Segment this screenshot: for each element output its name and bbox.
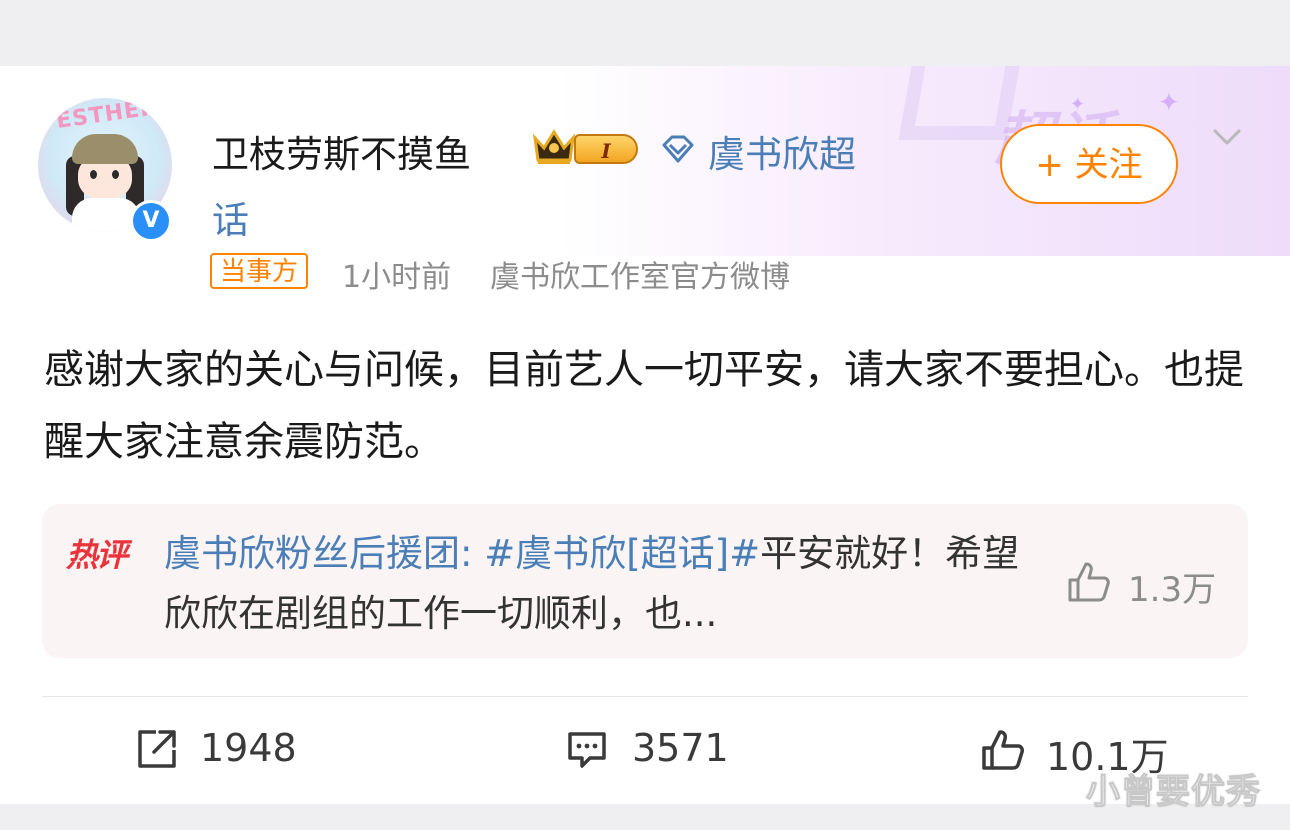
repost-count: 1948 bbox=[200, 726, 297, 770]
hot-comment-text: 虞书欣粉丝后援团: #虞书欣[超话]#平安就好！希望欣欣在剧组的工作一切顺利，也… bbox=[164, 524, 1024, 644]
username[interactable]: 卫枝劳斯不摸鱼 bbox=[212, 124, 471, 178]
hot-comment-author[interactable]: 虞书欣粉丝后援团 bbox=[164, 532, 460, 575]
sparkle-icon: ✦ bbox=[1070, 94, 1086, 115]
divider bbox=[42, 696, 1248, 697]
follow-button[interactable]: + 关注 bbox=[1000, 124, 1178, 204]
diamond-icon bbox=[662, 135, 694, 163]
repost-icon bbox=[138, 730, 176, 768]
thumbs-up-icon[interactable] bbox=[1066, 560, 1112, 604]
party-tag: 当事方 bbox=[210, 253, 309, 289]
avatar-hat bbox=[72, 134, 138, 164]
avatar-eye bbox=[90, 170, 97, 179]
post-source: 虞书欣工作室官方微博 bbox=[490, 260, 790, 295]
crown-icon bbox=[532, 129, 576, 164]
thumbs-up-icon bbox=[982, 730, 1024, 770]
hot-comment-hashtag[interactable]: #虞书欣[超话]# bbox=[484, 532, 760, 575]
hot-comment-label: 热评 bbox=[66, 536, 128, 574]
comment-count: 3571 bbox=[632, 726, 729, 770]
supertopic-link[interactable]: 话 bbox=[212, 190, 249, 244]
hot-comment[interactable]: 热评 虞书欣粉丝后援团: #虞书欣[超话]#平安就好！希望欣欣在剧组的工作一切顺… bbox=[42, 504, 1248, 658]
hot-comment-like-count: 1.3万 bbox=[1128, 570, 1217, 610]
level-badge: I bbox=[574, 134, 638, 164]
avatar-eye bbox=[112, 170, 119, 179]
comment-button[interactable]: 3571 bbox=[566, 722, 736, 778]
post-time: 1小时前 bbox=[342, 260, 452, 295]
post-text: 感谢大家的关心与问候，目前艺人一切平安，请大家不要担心。也提醒大家注意余震防范。 bbox=[44, 347, 1244, 465]
watermark: 小曾要优秀 bbox=[1086, 772, 1261, 813]
hot-comment-separator: : bbox=[460, 532, 485, 575]
supertopic-link[interactable]: 虞书欣超 bbox=[708, 124, 856, 178]
repost-button[interactable]: 1948 bbox=[136, 722, 306, 778]
verified-badge-icon: V bbox=[130, 200, 172, 242]
comment-icon bbox=[568, 732, 606, 768]
sparkle-icon: ✦ bbox=[1158, 88, 1180, 118]
chevron-down-icon[interactable] bbox=[1212, 122, 1242, 152]
